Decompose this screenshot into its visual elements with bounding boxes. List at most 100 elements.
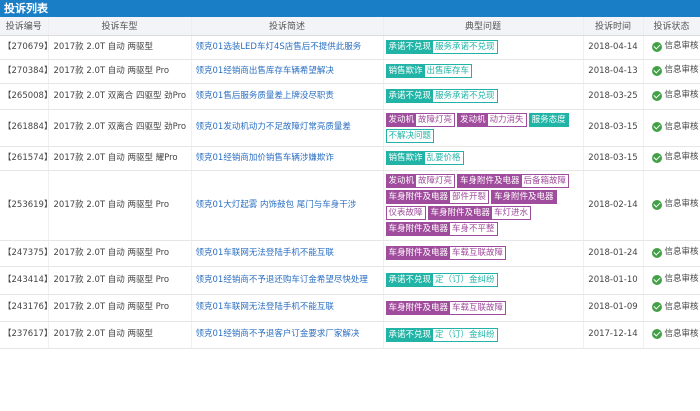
issue-tag[interactable]: 服务态度 xyxy=(528,112,569,127)
complaint-desc-cell: 领克01大灯起雾 内饰鼓包 尾门与车身干涉 xyxy=(191,170,384,241)
issue-tag[interactable]: 车身附件及电器 车身不平整 xyxy=(385,222,498,236)
complaint-desc-cell: 领克01经销商不予退还购车订金希望尽快处理 xyxy=(191,266,384,295)
issue-subcategory: 不解决问题 xyxy=(386,129,434,142)
complaint-desc-link[interactable]: 领克01经销商加价销售车辆涉嫌欺诈 xyxy=(196,153,334,163)
issue-tag[interactable]: 不解决问题 xyxy=(385,128,435,143)
complaint-status: 信息审核 xyxy=(643,146,700,171)
issue-category: 车身附件及电器 xyxy=(428,207,493,219)
complaint-status: 信息审核 xyxy=(643,83,700,110)
table-row: 【243414】 2017款 2.0T 自动 两驱型 Pro 领克01经销商不予退还… xyxy=(0,266,700,295)
complaint-status: 信息审核 xyxy=(643,294,700,322)
issue-tag[interactable]: 销售欺诈 乱要价格 xyxy=(385,151,464,165)
complaint-time: 2018-03-15 xyxy=(583,109,644,147)
check-circle-icon xyxy=(651,302,662,312)
complaint-desc-link[interactable]: 领克01大灯起雾 内饰鼓包 尾门与车身干涉 xyxy=(196,200,357,210)
status-label: 信息审核 xyxy=(664,65,699,75)
issue-category: 销售欺诈 xyxy=(386,65,425,77)
complaint-desc-link[interactable]: 领克01发动机动力不足故障灯常亮质量差 xyxy=(196,122,351,132)
issue-category: 车身附件及电器 xyxy=(386,191,451,203)
table-header-row: 投诉编号 投诉车型 投诉简述 典型问题 投诉时间 投诉状态 xyxy=(0,17,700,36)
issue-tag[interactable]: 仪表故障 xyxy=(385,206,426,220)
issue-tag[interactable]: 车身附件及电器 部件开裂 xyxy=(385,190,490,204)
issue-tag[interactable]: 承诺不兑现 服务承诺不兑现 xyxy=(385,40,498,54)
issue-category: 车身附件及电器 xyxy=(458,175,522,187)
complaint-desc-link[interactable]: 领克01经销商不予退还购车订金希望尽快处理 xyxy=(196,275,368,285)
column-header-id: 投诉编号 xyxy=(0,17,49,36)
complaint-model: 2017款 2.0T 自动 两驱型 Pro xyxy=(48,170,192,241)
issues-cell: 销售欺诈 出售库存车 xyxy=(383,59,584,84)
issue-tag[interactable]: 车身附件及电器 车载互联故障 xyxy=(385,246,507,260)
complaint-model: 2017款 2.0T 双离合 四驱型 劲Pro xyxy=(48,109,192,147)
complaint-desc-cell: 领克01经销商出售库存车辆希望解决 xyxy=(191,59,384,84)
table-row: 【265008】 2017款 2.0T 双离合 四驱型 劲Pro 领克01售后服务质… xyxy=(0,83,700,110)
issues-cell: 承诺不兑现 服务承诺不兑现 xyxy=(383,35,584,60)
complaint-status: 信息审核 xyxy=(643,109,700,147)
check-circle-icon xyxy=(651,247,662,258)
complaint-model: 2017款 2.0T 自动 两驱型 xyxy=(48,35,192,60)
complaint-desc-link[interactable]: 领克01车联网无法登陆手机不能互联 xyxy=(196,248,334,258)
complaint-id: 【270679】 xyxy=(0,35,52,60)
complaint-desc-link[interactable]: 领克01车联网无法登陆手机不能互联 xyxy=(196,302,334,312)
issue-category: 车身附件及电器 xyxy=(492,191,556,203)
issue-tag[interactable]: 发动机 故障灯亮 xyxy=(385,112,456,127)
issue-tag[interactable]: 车身附件及电器 车灯进水 xyxy=(427,206,532,220)
complaint-model: 2017款 2.0T 自动 两驱型 Pro xyxy=(48,294,192,322)
issue-subcategory: 故障灯亮 xyxy=(416,175,455,187)
column-header-issues: 典型问题 xyxy=(383,17,584,36)
table-row: 【261574】 2017款 2.0T 自动 两驱型 耀Pro 领克01经销商加价销… xyxy=(0,146,700,171)
complaint-desc-link[interactable]: 领克01经销商出售库存车辆希望解决 xyxy=(196,66,334,76)
complaint-time: 2018-03-15 xyxy=(583,146,644,171)
issue-category: 车身附件及电器 xyxy=(386,223,451,235)
issue-subcategory: 后备箱故障 xyxy=(521,175,569,187)
table-row: 【253619】 2017款 2.0T 自动 两驱型 Pro 领克01大灯起雾 内饰… xyxy=(0,170,700,241)
complaint-status: 信息审核 xyxy=(643,170,700,241)
complaint-desc-link[interactable]: 领克01选装LED车灯4S店售后不提供此服务 xyxy=(196,42,362,52)
status-label: 信息审核 xyxy=(664,247,699,257)
issue-category: 承诺不兑现 xyxy=(386,90,434,102)
complaint-desc-link[interactable]: 领克01经销商不予退客户订金要求厂家解决 xyxy=(196,329,360,339)
complaint-model: 2017款 2.0T 双离合 四驱型 劲Pro xyxy=(48,83,192,110)
issue-subcategory: 部件开裂 xyxy=(450,191,489,203)
issue-tag[interactable]: 车身附件及电器 xyxy=(491,190,557,204)
status-label: 信息审核 xyxy=(664,41,699,51)
issues-cell: 承诺不兑现 定（订）金纠纷 xyxy=(383,266,584,295)
complaint-status: 信息审核 xyxy=(643,35,700,60)
issue-tag[interactable]: 销售欺诈 出售库存车 xyxy=(385,64,473,78)
issue-tag[interactable]: 车身附件及电器 后备箱故障 xyxy=(457,174,570,188)
table-row: 【270384】 2017款 2.0T 自动 两驱型 Pro 领克01经销商出售库存… xyxy=(0,59,700,84)
issue-tag[interactable]: 承诺不兑现 定（订）金纠纷 xyxy=(385,273,498,287)
complaint-desc-cell: 领克01选装LED车灯4S店售后不提供此服务 xyxy=(191,35,384,60)
issue-subcategory: 故障灯亮 xyxy=(416,113,455,126)
complaint-id: 【243414】 xyxy=(0,266,52,295)
issue-subcategory: 出售库存车 xyxy=(424,65,472,77)
complaint-desc-link[interactable]: 领克01售后服务质量差上牌没尽职责 xyxy=(196,91,334,101)
issue-category: 发动机 xyxy=(386,113,417,126)
complaint-model: 2017款 2.0T 自动 两驱型 xyxy=(48,321,192,349)
status-label: 信息审核 xyxy=(664,152,699,162)
issue-tag[interactable]: 发动机 故障灯亮 xyxy=(385,174,456,188)
issue-subcategory: 车载互联故障 xyxy=(450,301,506,314)
complaint-time: 2017-12-14 xyxy=(583,321,644,349)
issue-category: 服务态度 xyxy=(529,113,568,126)
check-circle-icon xyxy=(651,90,662,101)
complaint-id: 【253619】 xyxy=(0,170,52,241)
complaint-id: 【261574】 xyxy=(0,146,52,171)
issue-tag[interactable]: 发动机 动力消失 xyxy=(457,112,527,127)
issue-tag[interactable]: 车身附件及电器 车载互联故障 xyxy=(385,300,507,315)
status-label: 信息审核 xyxy=(664,199,699,209)
check-circle-icon xyxy=(651,122,662,132)
complaint-desc-cell: 领克01发动机动力不足故障灯常亮质量差 xyxy=(191,109,384,147)
complaint-time: 2018-03-25 xyxy=(583,83,644,110)
issue-subcategory: 车身不平整 xyxy=(450,223,497,235)
issue-tag[interactable]: 承诺不兑现 定（订）金纠纷 xyxy=(385,327,498,342)
issue-subcategory: 车载互联故障 xyxy=(450,247,506,259)
complaint-status: 信息审核 xyxy=(643,240,700,267)
complaint-id: 【265008】 xyxy=(0,83,52,110)
complaint-id: 【261884】 xyxy=(0,109,52,147)
issues-cell: 发动机 故障灯亮 发动机 动力消失 服务态度不解决问题 xyxy=(383,109,584,147)
table-row: 【237617】 2017款 2.0T 自动 两驱型 领克01经销商不予退客户订金要… xyxy=(0,321,700,349)
issue-tag[interactable]: 承诺不兑现 服务承诺不兑现 xyxy=(385,89,498,103)
status-label: 信息审核 xyxy=(664,301,699,312)
issue-subcategory: 乱要价格 xyxy=(424,152,463,164)
table-row: 【261884】 2017款 2.0T 双离合 四驱型 劲Pro 领克01发动机动力… xyxy=(0,109,700,147)
